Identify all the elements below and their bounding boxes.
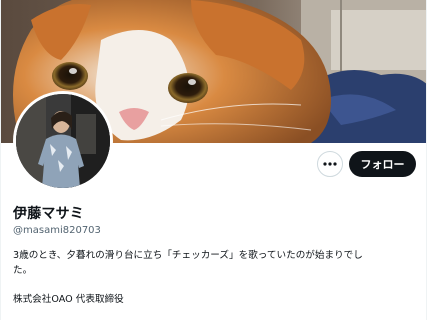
avatar-photo: [16, 94, 110, 188]
bio-line-1: 3歳のとき、夕暮れの滑り台に立ち「チェッカーズ」を歌っていたのが始まりでし: [13, 250, 363, 261]
follow-button-label: フォロー: [360, 158, 405, 171]
more-horizontal-icon: [323, 162, 337, 166]
profile-bio: 3歳のとき、夕暮れの滑り台に立ち「チェッカーズ」を歌っていたのが始まりでし た。: [13, 248, 413, 278]
bio-line-2: た。: [13, 265, 33, 276]
profile-avatar-frame[interactable]: [13, 91, 113, 191]
follow-button[interactable]: フォロー: [349, 151, 416, 177]
profile-company: 株式会社OAO 代表取締役: [13, 294, 124, 305]
profile-handle: @masami820703: [13, 225, 101, 236]
profile-page: フォロー 伊藤マサミ @masami820703 3歳のとき、夕暮れの滑り台に立…: [0, 0, 427, 320]
profile-avatar: [16, 94, 110, 188]
more-options-button[interactable]: [317, 151, 343, 177]
profile-display-name: 伊藤マサミ: [13, 206, 84, 222]
